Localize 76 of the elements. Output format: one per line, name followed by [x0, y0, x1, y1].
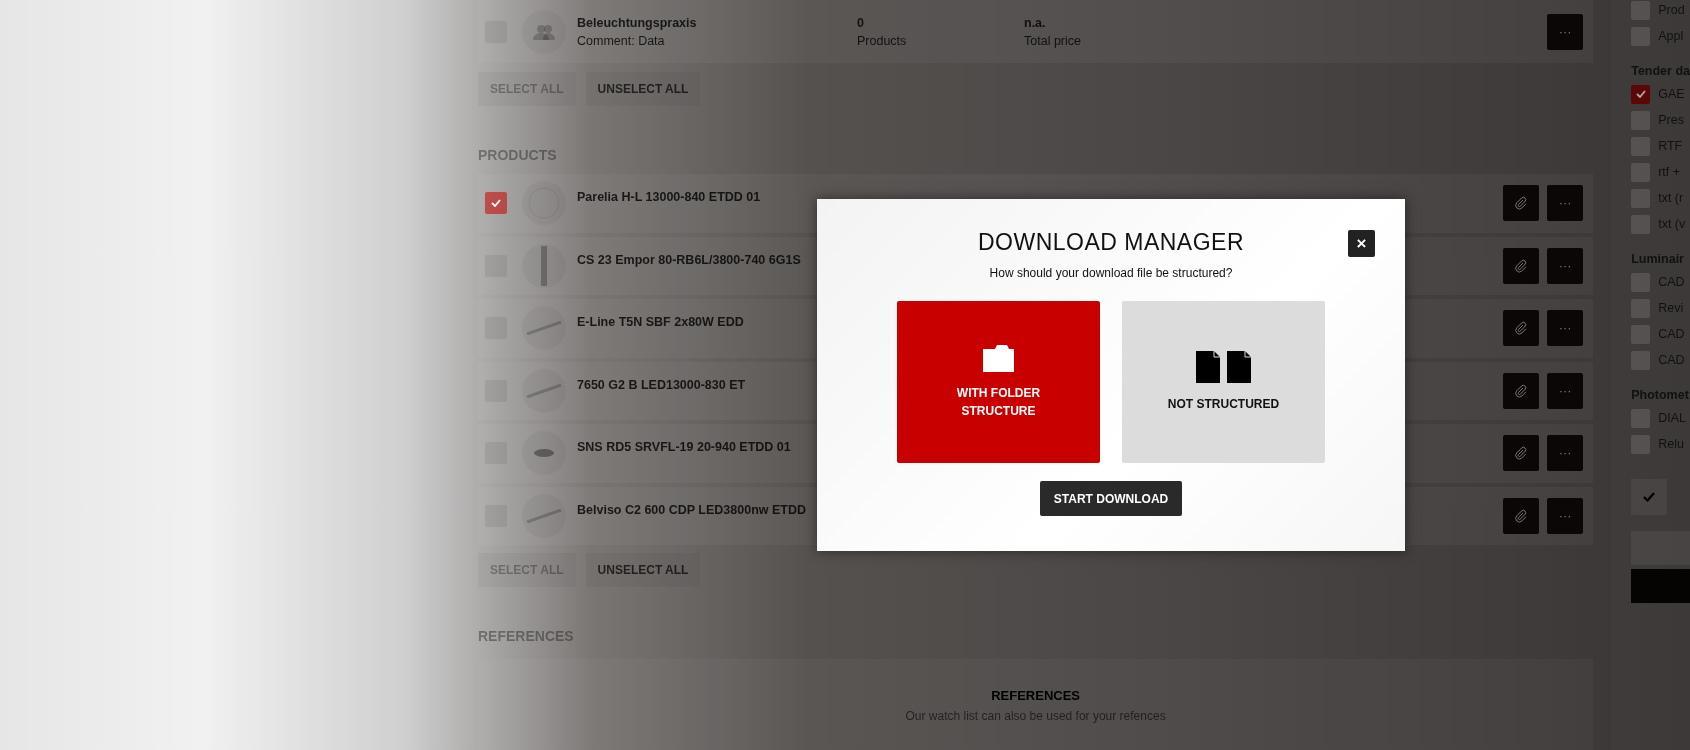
paperclip-icon [1514, 508, 1529, 523]
more-button[interactable]: ··· [1547, 185, 1584, 222]
attachment-button[interactable] [1503, 185, 1540, 222]
user-group-icon [533, 23, 555, 40]
product-name: E-Line T5N SBF 2x80W EDD [577, 314, 744, 331]
product-count: 0 [857, 14, 865, 32]
checkbox[interactable] [1631, 272, 1651, 292]
checkbox[interactable] [485, 254, 507, 277]
more-button[interactable]: ··· [1547, 372, 1584, 409]
checkbox[interactable] [485, 20, 507, 43]
checkbox[interactable] [1631, 350, 1651, 370]
attachment-button[interactable] [1503, 310, 1540, 347]
product-name: Belviso C2 600 CDP LED3800nw ETDD [577, 501, 807, 519]
structure-option[interactable]: NOT STRUCTURED [1122, 301, 1325, 463]
documents-icon [1196, 351, 1251, 383]
checkbox[interactable] [1631, 26, 1651, 46]
close-button[interactable]: × [1348, 230, 1375, 257]
check-icon [1643, 492, 1656, 502]
checkbox[interactable] [1631, 408, 1651, 428]
check-icon [1635, 90, 1646, 98]
product-name: SNS RD5 SRVFL-19 20-940 ETDD 01 [577, 439, 791, 456]
references-title: REFERENCES [991, 687, 1080, 705]
paperclip-icon [1514, 258, 1529, 273]
watchlist-name: Beleuchtungspraxis [577, 14, 698, 32]
product-name: CS 23 Empor 80-RB6L/3800-740 6G1S [577, 251, 801, 269]
paperclip-icon [1514, 383, 1529, 398]
tube-lamp-drawing [541, 245, 547, 286]
checkbox[interactable] [1631, 84, 1651, 104]
paperclip-icon [1514, 446, 1529, 461]
section-heading: REFERENCES [478, 627, 574, 645]
paperclip-icon [1514, 196, 1529, 211]
checkbox[interactable] [485, 504, 507, 527]
select-toggle-button[interactable]: UNSELECT ALL [585, 72, 701, 106]
checkbox[interactable] [1631, 214, 1651, 234]
checkbox[interactable] [485, 317, 507, 340]
checkbox[interactable] [1631, 324, 1651, 344]
checkbox[interactable] [485, 442, 507, 465]
checkbox[interactable] [1631, 136, 1651, 156]
checkbox[interactable] [485, 192, 507, 215]
more-button[interactable]: ··· [1547, 247, 1584, 284]
more-button[interactable]: ··· [1547, 497, 1584, 534]
linear-lamp-drawing [526, 383, 562, 398]
confirm-button[interactable] [1631, 479, 1668, 515]
watchlist-comment: Comment: Data [577, 32, 666, 50]
attachment-button[interactable] [1503, 435, 1540, 472]
start-download-button[interactable]: START DOWNLOAD [1039, 481, 1183, 516]
total-price-label: Total price [1024, 32, 1081, 50]
product-count-label: Products [857, 32, 908, 50]
checkbox[interactable] [1631, 162, 1651, 182]
checkbox[interactable] [1631, 0, 1651, 20]
structure-option[interactable]: WITH FOLDER STRUCTURE [897, 301, 1100, 463]
product-name: Parelia H-L 13000-840 ETDD 01 [577, 189, 761, 206]
checkbox[interactable] [1631, 298, 1651, 318]
total-price: n.a. [1024, 14, 1047, 32]
product-name: 7650 G2 B LED13000-830 ET [577, 376, 746, 394]
checkbox[interactable] [1631, 434, 1651, 454]
checkbox[interactable] [1631, 188, 1651, 208]
more-button[interactable]: ··· [1547, 13, 1584, 50]
check-icon [491, 199, 501, 208]
more-button[interactable]: ··· [1547, 435, 1584, 472]
attachment-button[interactable] [1503, 372, 1540, 409]
select-toggle-button[interactable]: UNSELECT ALL [585, 553, 701, 587]
downlight-drawing [534, 449, 554, 458]
section-heading: PRODUCTS [478, 146, 557, 164]
checkbox[interactable] [485, 379, 507, 402]
linear-lamp-drawing [526, 508, 562, 523]
paperclip-icon [1514, 321, 1529, 336]
attachment-button[interactable] [1503, 247, 1540, 284]
more-button[interactable]: ··· [1547, 310, 1584, 347]
sidebar-action-button[interactable] [1631, 569, 1690, 603]
linear-lamp-drawing [526, 321, 562, 336]
checkbox[interactable] [1631, 110, 1651, 130]
folder-icon [983, 344, 1014, 372]
dialog-title: DOWNLOAD MANAGER [977, 228, 1245, 257]
dialog-question: How should your download file be structured? [989, 265, 1233, 281]
attachment-button[interactable] [1503, 497, 1540, 534]
